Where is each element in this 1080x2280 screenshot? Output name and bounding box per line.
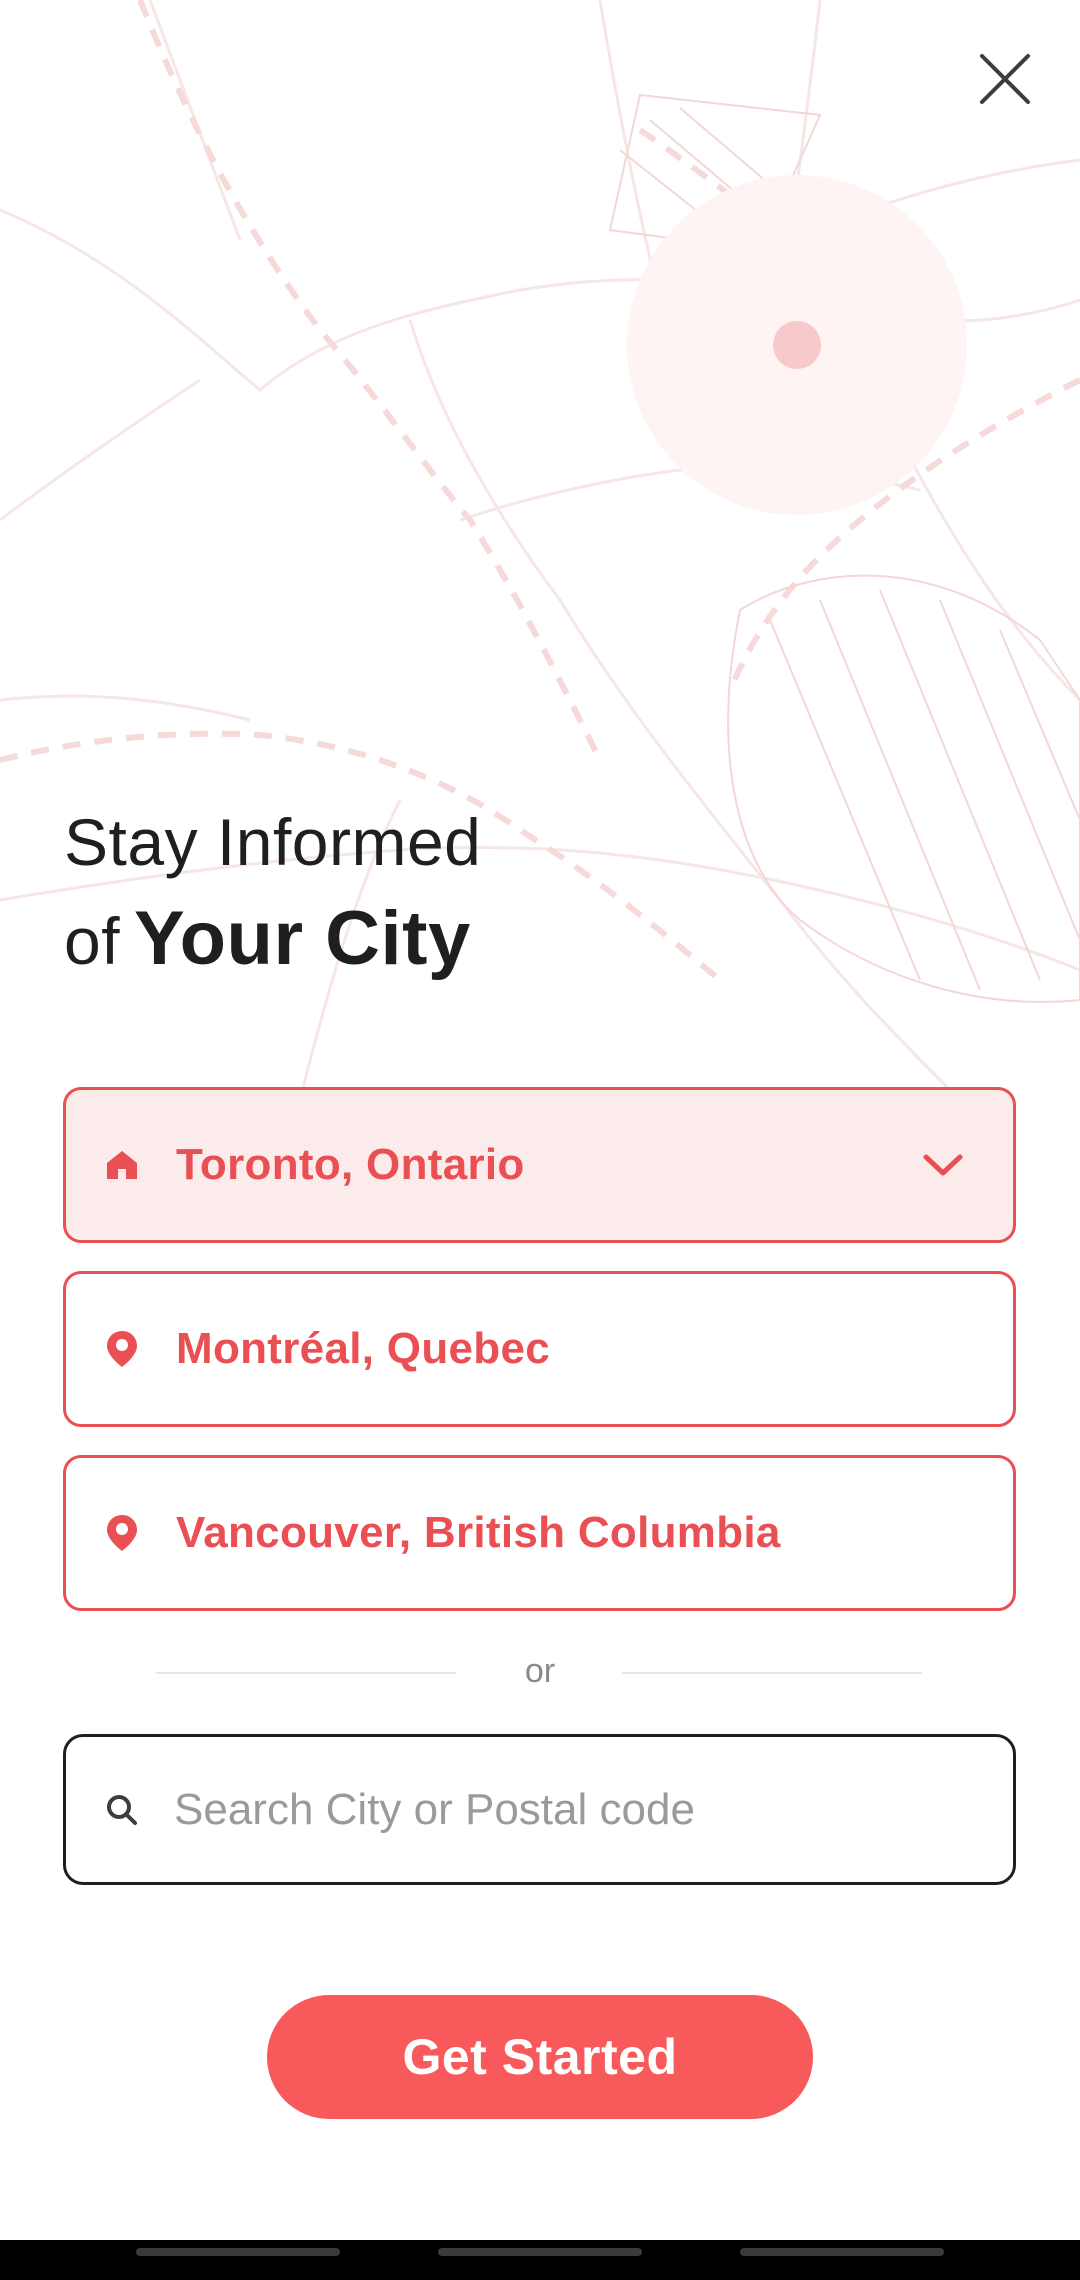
page-title: Stay Informed of Your City xyxy=(64,795,481,991)
search-input[interactable] xyxy=(172,1783,976,1836)
nav-handle-left[interactable] xyxy=(136,2248,340,2256)
city-option-label: Vancouver, British Columbia xyxy=(176,1508,781,1557)
search-field[interactable] xyxy=(63,1734,1016,1885)
location-pin-icon xyxy=(102,1329,142,1369)
city-option-label: Toronto, Ontario xyxy=(176,1140,525,1189)
divider-line-right xyxy=(622,1672,922,1674)
nav-handle-center[interactable] xyxy=(438,2248,642,2256)
headline-prefix: of xyxy=(64,904,121,978)
headline-emphasis: Your City xyxy=(134,896,471,981)
get-started-button[interactable]: Get Started xyxy=(267,1995,813,2119)
headline-line-2: of Your City xyxy=(64,889,481,991)
or-divider: or xyxy=(0,1650,1080,1700)
headline-line-1: Stay Informed xyxy=(64,805,482,879)
location-pin-icon xyxy=(102,1513,142,1553)
search-icon xyxy=(102,1790,142,1830)
system-nav-bar xyxy=(0,2240,1080,2280)
close-button[interactable] xyxy=(960,40,1046,126)
city-option-montreal[interactable]: Montréal, Quebec xyxy=(63,1271,1016,1427)
home-icon xyxy=(102,1145,142,1185)
city-option-toronto[interactable]: Toronto, Ontario xyxy=(63,1087,1016,1243)
close-icon xyxy=(980,54,1030,104)
city-option-vancouver[interactable]: Vancouver, British Columbia xyxy=(63,1455,1016,1611)
nav-handle-right[interactable] xyxy=(740,2248,944,2256)
city-option-label: Montréal, Quebec xyxy=(176,1324,550,1373)
checkmark-icon xyxy=(921,1145,965,1185)
